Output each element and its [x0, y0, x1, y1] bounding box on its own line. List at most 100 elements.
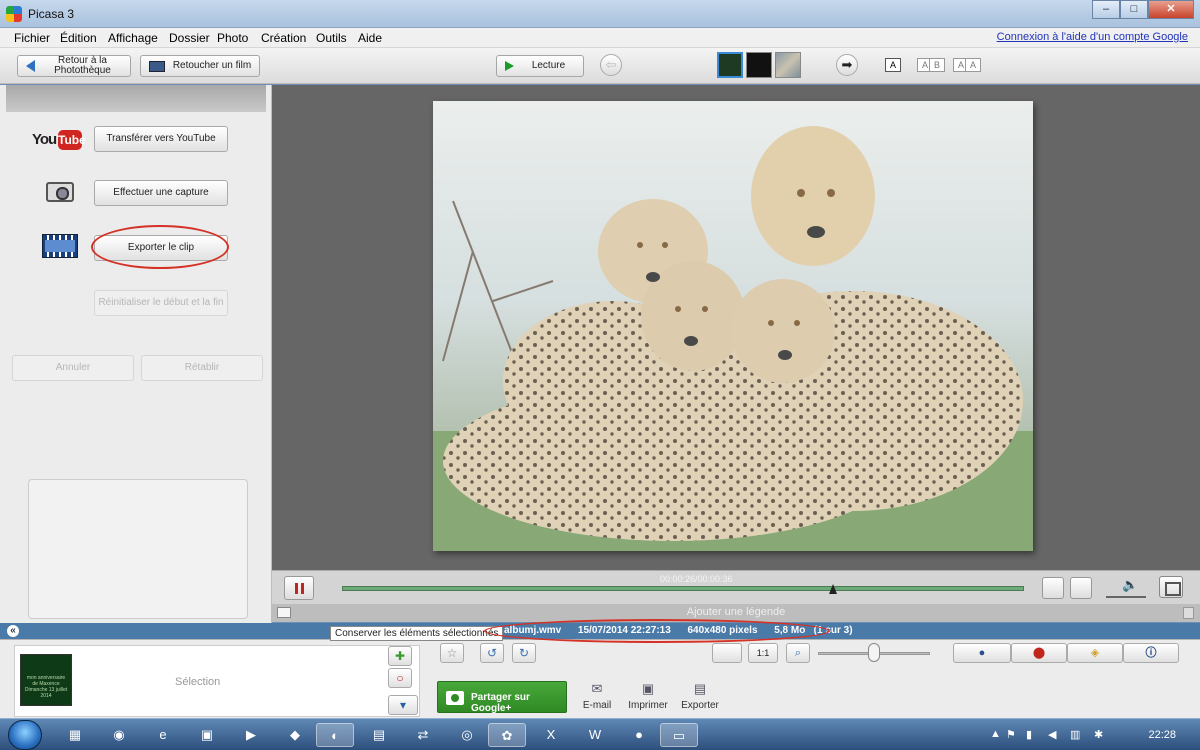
close-button[interactable]: ✕: [1148, 0, 1194, 19]
pause-icon: [295, 583, 304, 594]
clear-selection-icon[interactable]: ○: [388, 668, 412, 688]
caption-toggle-aa-2[interactable]: A: [965, 58, 981, 72]
minimize-button[interactable]: –: [1092, 0, 1120, 19]
fullscreen-icon[interactable]: [1159, 576, 1183, 598]
capture-button[interactable]: Effectuer une capture: [94, 180, 228, 206]
windows-taskbar: ▦ ◉ e ▣ ▶ ◆ ◐ ▤ ⇄ ◎ ✿ X W ● ▭ ▲ ⚑ ▮ ◀ ▥ …: [0, 718, 1200, 750]
caption-toggle-a[interactable]: A: [885, 58, 901, 72]
cheetah-photo[interactable]: [433, 101, 1033, 551]
zoom-icon[interactable]: ⌕: [786, 643, 810, 663]
taskbar-explorer-icon[interactable]: ▦: [56, 723, 94, 747]
trim-end-button[interactable]: [1070, 577, 1092, 599]
tray-expand-icon[interactable]: ▲: [990, 728, 1001, 740]
tray-network-icon[interactable]: ▮: [1026, 728, 1032, 741]
menu-outils[interactable]: Outils: [316, 31, 347, 45]
taskbar-transfer-icon[interactable]: ⇄: [404, 723, 442, 747]
rotate-left-icon[interactable]: ↺: [480, 643, 504, 663]
pause-button[interactable]: [284, 576, 314, 600]
taskbar-clock[interactable]: 22:28: [1148, 729, 1176, 741]
tray-app-icon[interactable]: ✱: [1094, 728, 1103, 741]
taskbar-app2-icon[interactable]: ◆: [276, 723, 314, 747]
taskbar-word-icon[interactable]: W: [576, 723, 614, 747]
menu-affichage[interactable]: Affichage: [108, 31, 158, 45]
menu-fichier[interactable]: Fichier: [14, 31, 50, 45]
trim-start-button[interactable]: [1042, 577, 1064, 599]
playback-track[interactable]: [342, 586, 1024, 591]
filmstrip-icon: [42, 234, 78, 258]
undo-button[interactable]: Annuler: [12, 355, 134, 381]
taskbar-chrome-icon[interactable]: ◎: [448, 723, 486, 747]
album-dropdown-icon[interactable]: ▾: [388, 695, 418, 715]
rotate-right-icon[interactable]: ↻: [512, 643, 536, 663]
taskbar-app5-icon[interactable]: ▭: [660, 723, 698, 747]
google-signin-link[interactable]: Connexion à l'aide d'un compte Google: [997, 31, 1188, 43]
menu-aide[interactable]: Aide: [358, 31, 382, 45]
volume-slider[interactable]: [1106, 596, 1146, 598]
actual-size-button[interactable]: 1:1: [748, 643, 778, 663]
export-action[interactable]: ▤ Exporter: [670, 681, 730, 711]
filmstrip-thumb-2[interactable]: [746, 52, 772, 78]
zoom-slider-knob[interactable]: [868, 643, 880, 662]
menu-edition[interactable]: Édition: [60, 31, 97, 45]
fit-view-icon[interactable]: [712, 643, 742, 663]
reset-trim-button[interactable]: Réinitialiser le début et la fin: [94, 290, 228, 316]
upload-youtube-button[interactable]: Transférer vers YouTube: [94, 126, 228, 152]
taskbar-picasa-icon[interactable]: ✿: [488, 723, 526, 747]
info-icon[interactable]: ⓘ: [1123, 643, 1179, 663]
taskbar-app4-icon[interactable]: ●: [620, 723, 658, 747]
menu-dossier[interactable]: Dossier: [169, 31, 210, 45]
play-slideshow-button[interactable]: Lecture: [496, 55, 584, 77]
taskbar-ie-icon[interactable]: e: [144, 723, 182, 747]
caption-bar[interactable]: Ajouter une légende: [272, 604, 1200, 622]
taskbar-excel-icon[interactable]: X: [532, 723, 570, 747]
keep-selection-tooltip: Conserver les éléments sélectionnés: [330, 626, 504, 641]
trash-icon[interactable]: [1183, 607, 1194, 619]
taskbar-media-icon[interactable]: ▶: [232, 723, 270, 747]
filmstrip-thumb-3[interactable]: [775, 52, 801, 78]
highlight-ellipse-status: [484, 619, 830, 643]
back-to-library-button[interactable]: Retour à la Photothèque: [17, 55, 131, 77]
taskbar-firefox-icon[interactable]: ◉: [100, 723, 138, 747]
tray-flag-icon[interactable]: ⚑: [1006, 728, 1016, 741]
share-google-plus-label: Partager sur Google+: [471, 692, 530, 714]
start-button[interactable]: [8, 720, 42, 750]
caption-toggle-ab-b[interactable]: B: [929, 58, 945, 72]
taskbar-notepad-icon[interactable]: ▤: [360, 723, 398, 747]
maximize-button[interactable]: □: [1120, 0, 1148, 19]
location-pin-icon[interactable]: ⬤: [1011, 643, 1067, 663]
printer-icon: ▣: [641, 681, 655, 696]
people-icon[interactable]: ●: [953, 643, 1011, 663]
playback-time: 00:00:26/00:00:36: [660, 574, 733, 584]
retouch-film-button[interactable]: Retoucher un film: [140, 55, 260, 77]
tray-device-icon[interactable]: ▥: [1070, 728, 1080, 741]
next-arrow-icon[interactable]: ➡: [836, 54, 858, 76]
youtube-logo-tube: Tube: [58, 130, 86, 150]
collapse-icon[interactable]: «: [7, 625, 19, 637]
playback-bar: 00:00:26/00:00:36 🔈: [272, 570, 1200, 604]
photo-viewer: [272, 85, 1200, 570]
play-icon: [505, 61, 514, 71]
playback-handle[interactable]: [829, 584, 838, 594]
previous-arrow-icon[interactable]: ⇦: [600, 54, 622, 76]
redo-button[interactable]: Rétablir: [141, 355, 263, 381]
print-action[interactable]: ▣ Imprimer: [618, 681, 678, 711]
selected-item-thumbnail[interactable]: mon anniversaire de Maxence Dimanche 13 …: [20, 654, 72, 706]
movie-tools-panel: You Tube Transférer vers YouTube Effectu…: [0, 85, 272, 623]
taskbar-app-icon[interactable]: ▣: [188, 723, 226, 747]
star-icon[interactable]: ☆: [440, 643, 464, 663]
taskbar-app3-icon[interactable]: ◐: [316, 723, 354, 747]
tray-volume-icon[interactable]: ◀: [1048, 728, 1056, 741]
caption-placeholder[interactable]: Ajouter une légende: [272, 606, 1200, 618]
volume-speaker-icon[interactable]: 🔈: [1122, 577, 1138, 593]
menu-creation[interactable]: Création: [261, 31, 306, 45]
menu-photo[interactable]: Photo: [217, 31, 248, 45]
filmstrip-thumb-1[interactable]: [717, 52, 743, 78]
panel-header: [6, 85, 266, 112]
selection-box: mon anniversaire de Maxence Dimanche 13 …: [14, 645, 420, 717]
title-bar: Picasa 3 – □ ✕: [0, 0, 1200, 28]
toolbar: Retour à la Photothèque Retoucher un fil…: [0, 48, 1200, 84]
pin-icon[interactable]: ✚: [388, 646, 412, 666]
tag-icon[interactable]: ◈: [1067, 643, 1123, 663]
retouch-film-label: Retoucher un film: [172, 60, 252, 71]
share-google-plus-button[interactable]: Partager sur Google+: [437, 681, 567, 714]
